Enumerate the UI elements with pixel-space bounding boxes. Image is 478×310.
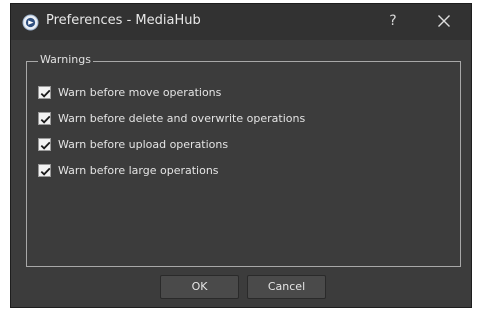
ok-button[interactable]: OK: [160, 275, 239, 299]
option-move-warning[interactable]: Warn before move operations: [38, 84, 221, 100]
large-warning-label: Warn before large operations: [58, 163, 219, 177]
checkmark-icon: [40, 115, 51, 124]
cancel-button[interactable]: Cancel: [247, 275, 326, 299]
move-warning-checkbox[interactable]: [38, 85, 51, 99]
checkmark-icon: [40, 167, 51, 176]
upload-warning-checkbox[interactable]: [38, 137, 51, 151]
large-warning-checkbox[interactable]: [38, 163, 51, 177]
checkmark-icon: [40, 89, 51, 98]
close-icon[interactable]: [434, 11, 454, 31]
help-button[interactable]: ?: [383, 11, 403, 31]
option-large-warning[interactable]: Warn before large operations: [38, 162, 219, 178]
checkmark-icon: [40, 141, 51, 150]
move-warning-label: Warn before move operations: [58, 85, 222, 99]
window-title: Preferences - MediaHub: [46, 13, 201, 28]
preferences-dialog: Preferences - MediaHub ? Warnings Warn b…: [10, 3, 472, 308]
delete-overwrite-warning-checkbox[interactable]: [38, 111, 51, 125]
warnings-group-title: Warnings: [38, 53, 93, 67]
upload-warning-label: Warn before upload operations: [58, 137, 229, 151]
delete-overwrite-warning-label: Warn before delete and overwrite operati…: [58, 111, 306, 125]
mediahub-app-icon: [22, 14, 39, 31]
option-upload-warning[interactable]: Warn before upload operations: [38, 136, 228, 152]
title-bar[interactable]: Preferences - MediaHub ?: [11, 4, 471, 40]
option-delete-overwrite-warning[interactable]: Warn before delete and overwrite operati…: [38, 110, 305, 126]
